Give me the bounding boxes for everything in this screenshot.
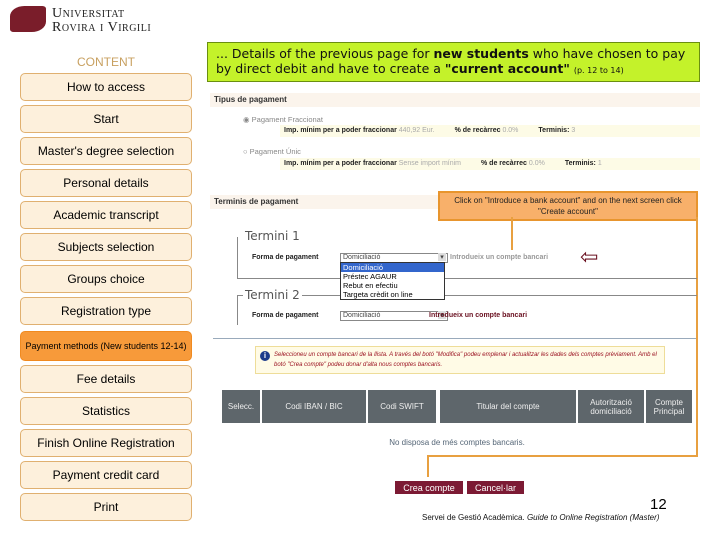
section-tipus-pagament: Tipus de pagament: [210, 93, 700, 107]
table-header: Autorització domiciliació: [578, 390, 644, 423]
forma-label-1: Forma de pagament: [252, 254, 319, 261]
dropdown-option[interactable]: Domiciliació: [341, 263, 444, 272]
info-box: i Seleccioneu un compte bancari de la lli…: [255, 346, 665, 374]
info-icon: i: [260, 351, 270, 361]
sidebar-item[interactable]: Start: [20, 105, 192, 133]
radio-fraccionat[interactable]: ◉ Pagament Fraccionat: [243, 115, 323, 124]
section-terminis: Terminis de pagament: [210, 195, 440, 209]
sidebar-item[interactable]: Subjects selection: [20, 233, 192, 261]
dropdown-option[interactable]: Rebut en efectiu: [341, 281, 444, 290]
arrow-line: [427, 455, 429, 477]
sidebar-item[interactable]: Personal details: [20, 169, 192, 197]
termini-2-group: [237, 295, 697, 325]
dropdown-option[interactable]: Targeta crèdit on line: [341, 290, 444, 299]
create-account-button[interactable]: Crea compte: [395, 481, 463, 494]
table-header: Compte Principal: [646, 390, 692, 423]
sidebar-item[interactable]: Fee details: [20, 365, 192, 393]
cancel-button[interactable]: Cancel·lar: [467, 481, 524, 494]
dropdown-option[interactable]: Préstec AGAUR: [341, 272, 444, 281]
introduce-account-link-2[interactable]: Introdueix un compte bancari: [429, 312, 527, 319]
sidebar-title: CONTENT: [77, 55, 135, 69]
table-header: Codi SWIFT: [368, 390, 436, 423]
sidebar-item[interactable]: Statistics: [20, 397, 192, 425]
radio-unic[interactable]: ○ Pagament Únic: [243, 147, 301, 156]
arrow-line: [428, 455, 698, 457]
table-header: Selecc.: [222, 390, 260, 423]
forma-dropdown[interactable]: Domiciliació Préstec AGAUR Rebut en efecti…: [340, 262, 445, 300]
sidebar-item[interactable]: Groups choice: [20, 265, 192, 293]
logo-icon: [10, 6, 46, 32]
sidebar-item[interactable]: Registration type: [20, 297, 192, 325]
divider: [213, 338, 696, 339]
info-row-unic: Imp. mínim per a poder fraccionar Sense …: [280, 158, 700, 170]
forma-label-2: Forma de pagament: [252, 312, 319, 319]
sidebar-item[interactable]: How to access: [20, 73, 192, 101]
footer-text: Servei de Gestió Acadèmica. Guide to Onl…: [422, 513, 660, 522]
sidebar-item[interactable]: Finish Online Registration: [20, 429, 192, 457]
sidebar-item[interactable]: Master's degree selection: [20, 137, 192, 165]
table-header: Codi IBAN / BIC: [262, 390, 366, 423]
note-callout: Click on "Introduce a bank account" and …: [438, 191, 698, 221]
empty-message: No disposa de més comptes bancaris.: [389, 438, 525, 447]
introduce-account-link-1[interactable]: Introdueix un compte bancari: [450, 254, 548, 261]
instruction-callout: ... Details of the previous page for new…: [207, 42, 700, 82]
page-number: 12: [650, 496, 667, 513]
logo-text: Universitat Rovira i Virgili: [52, 6, 152, 35]
sidebar-item[interactable]: Academic transcript: [20, 201, 192, 229]
sidebar-item[interactable]: Print: [20, 493, 192, 521]
termini-2-legend: Termini 2: [243, 288, 302, 302]
arrow-left-icon: ⇦: [580, 244, 599, 269]
termini-1-legend: Termini 1: [243, 229, 302, 243]
table-header: Titular del compte: [440, 390, 576, 423]
info-row-fraccionat: Imp. mínim per a poder fraccionar 440,92…: [280, 125, 700, 137]
sidebar-item[interactable]: Payment methods (New students 12-14): [20, 331, 192, 361]
sidebar-item[interactable]: Payment credit card: [20, 461, 192, 489]
